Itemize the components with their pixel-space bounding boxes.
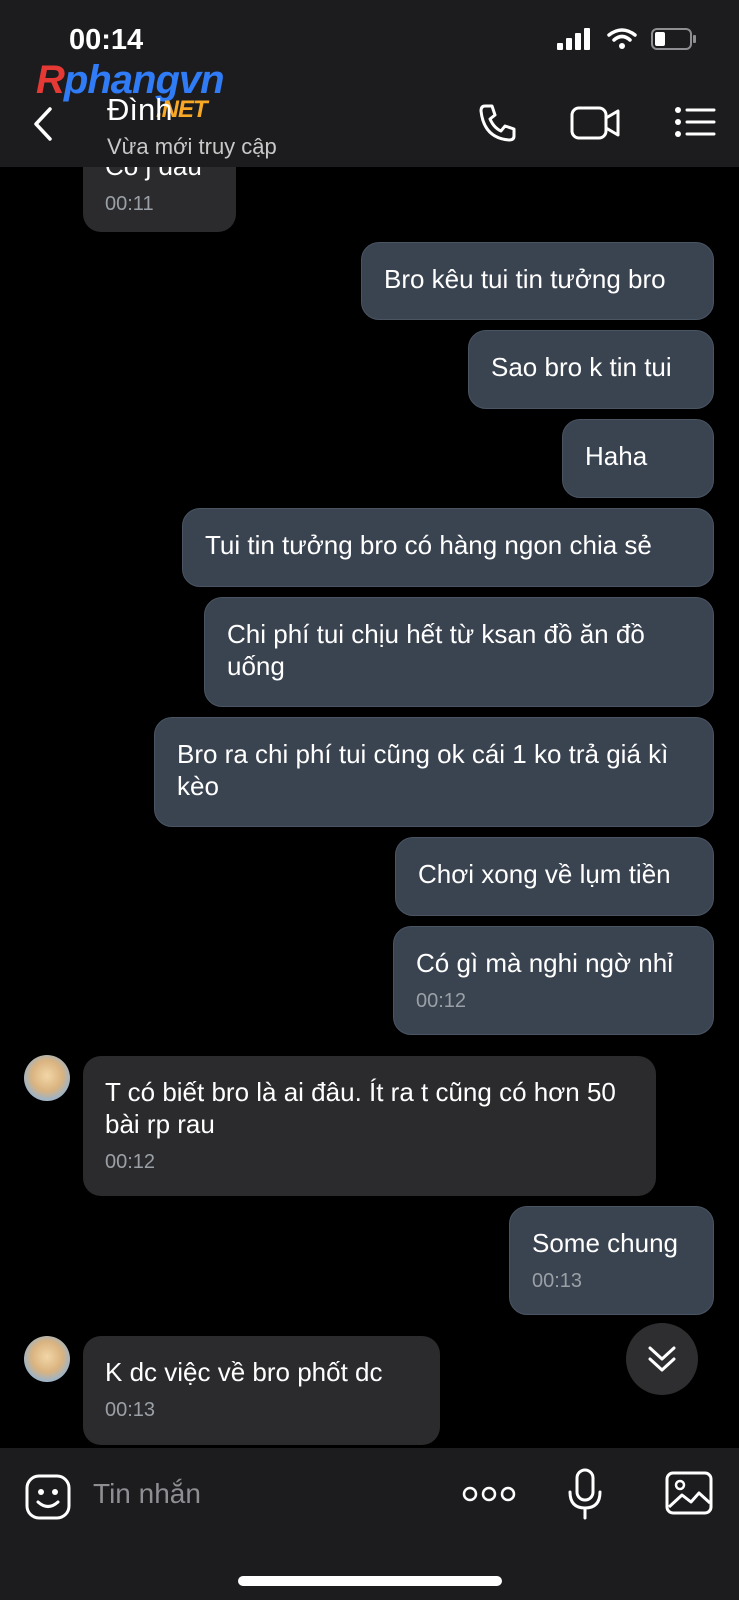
message-text: T có biết bro là ai đâu. Ít ra t cũng có… bbox=[105, 1077, 616, 1139]
message-input[interactable]: Tin nhắn bbox=[93, 1478, 201, 1510]
contact-name[interactable]: Đình bbox=[107, 92, 172, 128]
scroll-to-bottom-button[interactable] bbox=[626, 1323, 698, 1395]
message-bubble-outgoing[interactable]: Có gì mà nghi ngờ nhỉ 00:12 bbox=[393, 926, 714, 1035]
avatar[interactable] bbox=[24, 1336, 70, 1382]
home-indicator bbox=[238, 1576, 502, 1586]
message-bubble-outgoing[interactable]: Bro kêu tui tin tưởng bro bbox=[361, 242, 714, 320]
back-icon[interactable] bbox=[28, 104, 58, 144]
menu-icon[interactable] bbox=[674, 102, 716, 142]
phone-icon[interactable] bbox=[476, 102, 518, 144]
message-bubble-incoming[interactable]: T có biết bro là ai đâu. Ít ra t cũng có… bbox=[83, 1056, 656, 1196]
message-time: 00:13 bbox=[532, 1270, 583, 1292]
contact-status: Vừa mới truy cập bbox=[107, 134, 277, 159]
message-text: Chi phí tui chịu hết từ ksan đồ ăn đồ uố… bbox=[227, 619, 645, 681]
message-time: 00:12 bbox=[105, 1151, 156, 1173]
message-bubble-outgoing[interactable]: Tui tin tưởng bro có hàng ngon chia sẻ bbox=[182, 508, 714, 587]
message-bubble-outgoing[interactable]: Haha bbox=[562, 419, 714, 498]
chat-header: 00:14 Rphangvn .NET Đình Vừa mới truy cập bbox=[0, 0, 739, 167]
avatar[interactable] bbox=[24, 1055, 70, 1101]
wifi-icon bbox=[607, 28, 637, 49]
message-text: Some chung bbox=[532, 1228, 678, 1258]
message-bubble-outgoing[interactable]: Bro ra chi phí tui cũng ok cái 1 ko trả … bbox=[154, 717, 714, 827]
message-bubble-outgoing[interactable]: Sao bro k tin tui bbox=[468, 330, 714, 409]
message-text: Chơi xong về lụm tiền bbox=[418, 859, 671, 889]
message-text: Haha bbox=[585, 441, 648, 471]
emoji-icon[interactable] bbox=[24, 1473, 72, 1521]
message-text: K dc việc về bro phốt dc bbox=[105, 1357, 383, 1387]
mic-icon[interactable] bbox=[566, 1468, 604, 1520]
message-text: Sao bro k tin tui bbox=[491, 352, 672, 382]
message-bubble-outgoing[interactable]: Some chung 00:13 bbox=[509, 1206, 714, 1315]
message-text: Tui tin tưởng bro có hàng ngon chia sẻ bbox=[205, 530, 652, 560]
message-bubble-outgoing[interactable]: Chi phí tui chịu hết từ ksan đồ ăn đồ uố… bbox=[204, 597, 714, 707]
message-text: Bro kêu tui tin tưởng bro bbox=[384, 264, 666, 294]
video-icon[interactable] bbox=[570, 102, 622, 144]
message-bubble-outgoing[interactable]: Chơi xong về lụm tiền bbox=[395, 837, 714, 916]
signal-icon bbox=[557, 28, 590, 50]
message-time: 00:12 bbox=[416, 990, 467, 1012]
message-bubble-incoming[interactable]: K dc việc về bro phốt dc 00:13 bbox=[83, 1336, 440, 1445]
message-text: Bro ra chi phí tui cũng ok cái 1 ko trả … bbox=[177, 739, 669, 801]
image-icon[interactable] bbox=[665, 1471, 713, 1515]
status-time: 00:14 bbox=[69, 24, 144, 56]
chevron-double-down-icon bbox=[648, 1346, 676, 1372]
battery-icon bbox=[651, 28, 696, 50]
message-time: 00:13 bbox=[105, 1399, 156, 1421]
message-time: 00:11 bbox=[105, 193, 154, 215]
status-icons bbox=[557, 28, 697, 50]
more-icon[interactable] bbox=[462, 1484, 516, 1504]
message-text: Có gì mà nghi ngờ nhỉ bbox=[416, 948, 673, 978]
